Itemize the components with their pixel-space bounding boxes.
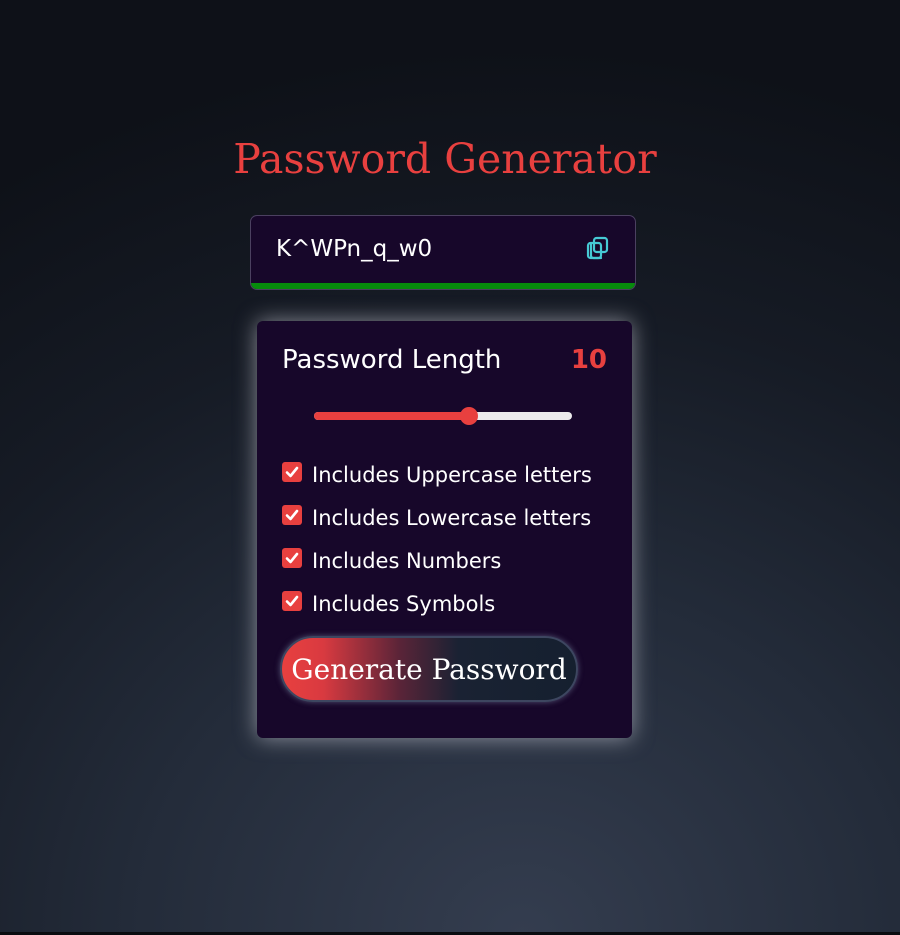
- option-lowercase[interactable]: Includes Lowercase letters: [282, 496, 592, 539]
- checkmark-icon: [285, 595, 299, 606]
- option-uppercase[interactable]: Includes Uppercase letters: [282, 453, 592, 496]
- option-numbers[interactable]: Includes Numbers: [282, 539, 592, 582]
- numbers-label[interactable]: Includes Numbers: [312, 549, 501, 573]
- slider-thumb[interactable]: [459, 407, 478, 425]
- symbols-checkbox[interactable]: [282, 590, 302, 611]
- settings-card: Password Length 10 Includes Uppercase le…: [257, 321, 632, 738]
- password-length-slider[interactable]: [314, 407, 572, 425]
- checkmark-icon: [285, 466, 299, 477]
- symbols-label[interactable]: Includes Symbols: [312, 592, 495, 616]
- copy-icon[interactable]: [585, 235, 611, 261]
- page-title: Password Generator: [233, 135, 657, 183]
- lowercase-label[interactable]: Includes Lowercase letters: [312, 506, 591, 530]
- strength-indicator-bar: [251, 283, 635, 289]
- password-length-label: Password Length: [282, 345, 502, 375]
- password-length-value: 10: [570, 345, 607, 375]
- password-display: K^WPn_q_w0: [250, 215, 636, 290]
- checkmark-icon: [285, 552, 299, 563]
- option-symbols[interactable]: Includes Symbols: [282, 582, 592, 625]
- numbers-checkbox[interactable]: [282, 547, 302, 568]
- generate-password-label: Generate Password: [291, 652, 567, 686]
- checkmark-icon: [285, 509, 299, 520]
- slider-fill: [314, 412, 469, 420]
- lowercase-checkbox[interactable]: [282, 504, 302, 525]
- uppercase-checkbox[interactable]: [282, 461, 302, 482]
- password-output[interactable]: K^WPn_q_w0: [276, 236, 432, 262]
- generate-password-button[interactable]: Generate Password: [280, 636, 578, 702]
- options-list: Includes Uppercase letters Includes Lowe…: [282, 453, 592, 625]
- uppercase-label[interactable]: Includes Uppercase letters: [312, 463, 592, 487]
